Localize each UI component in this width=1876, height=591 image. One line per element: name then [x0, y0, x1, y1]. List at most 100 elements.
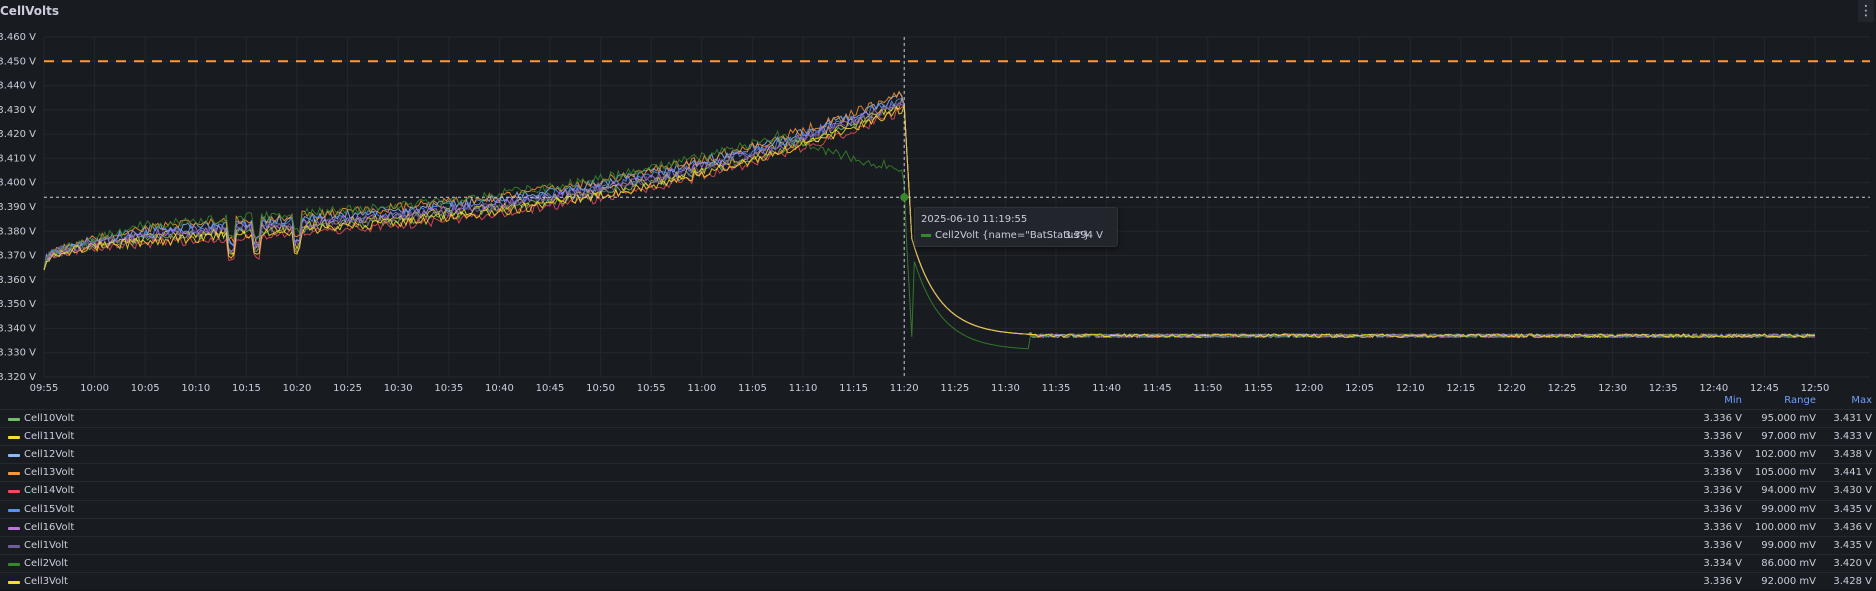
- legend-series-name[interactable]: Cell1Volt: [24, 540, 68, 551]
- x-tick-label: 12:40: [1699, 383, 1728, 394]
- legend-max: 3.435 V: [1833, 539, 1872, 551]
- legend-min: 3.336 V: [1703, 539, 1742, 551]
- y-tick-label: 3.360 V: [0, 275, 36, 286]
- legend-row[interactable]: Cell11Volt 3.336 V 97.000 mV 3.433 V: [0, 427, 1876, 446]
- legend-range: 86.000 mV: [1761, 557, 1816, 569]
- y-tick-label: 3.390 V: [0, 202, 36, 213]
- legend-row[interactable]: Cell12Volt 3.336 V 102.000 mV 3.438 V: [0, 445, 1876, 464]
- x-tick-label: 10:10: [181, 383, 210, 394]
- x-tick-label: 11:35: [1042, 383, 1071, 394]
- legend-range: 105.000 mV: [1754, 467, 1816, 479]
- legend-row[interactable]: Cell13Volt 3.336 V 105.000 mV 3.441 V: [0, 463, 1876, 482]
- legend-range: 102.000 mV: [1754, 449, 1816, 461]
- legend-series-name[interactable]: Cell11Volt: [24, 431, 74, 442]
- legend-row[interactable]: Cell1Volt 3.336 V 99.000 mV 3.435 V: [0, 535, 1876, 555]
- legend-min: 3.334 V: [1703, 557, 1742, 569]
- x-tick-label: 12:15: [1446, 383, 1475, 394]
- x-tick-label: 10:25: [333, 383, 362, 394]
- legend-series-name[interactable]: Cell3Volt: [24, 576, 68, 587]
- x-tick-label: 10:40: [485, 383, 514, 394]
- legend-min: 3.336 V: [1703, 413, 1742, 424]
- legend-max: 3.420 V: [1833, 557, 1872, 569]
- legend-header-max[interactable]: Max: [1851, 395, 1872, 406]
- x-tick-label: 12:50: [1801, 383, 1830, 394]
- x-tick-label: 11:30: [991, 383, 1020, 394]
- y-tick-label: 3.370 V: [0, 251, 36, 262]
- x-tick-label: 10:00: [80, 383, 109, 394]
- hover-tooltip: 2025-06-10 11:19:55 Cell2Volt {name="Bat…: [914, 207, 1118, 247]
- x-tick-label: 10:50: [586, 383, 615, 394]
- x-tick-label: 11:40: [1092, 383, 1121, 394]
- legend-row[interactable]: Cell2Volt 3.334 V 86.000 mV 3.420 V: [0, 553, 1876, 573]
- legend-min: 3.336 V: [1703, 485, 1742, 497]
- legend-range: 92.000 mV: [1761, 575, 1816, 587]
- legend-swatch: [8, 490, 20, 494]
- y-tick-label: 3.410 V: [0, 153, 36, 164]
- y-tick-label: 3.400 V: [0, 178, 36, 189]
- legend-min: 3.336 V: [1703, 521, 1742, 533]
- cellvolts-panel: CellVolts ⋮ 3.320 V 3.330 V 3.340 V 3.350 V…: [0, 0, 1876, 590]
- y-tick-label: 3.440 V: [0, 81, 36, 92]
- x-tick-label: 11:15: [839, 383, 868, 394]
- legend-max: 3.428 V: [1833, 575, 1872, 587]
- legend-series-name[interactable]: Cell16Volt: [24, 522, 74, 533]
- x-tick-label: 11:20: [890, 383, 919, 394]
- legend-series-name[interactable]: Cell12Volt: [24, 449, 74, 460]
- hover-point: [900, 193, 909, 202]
- y-tick-label: 3.420 V: [0, 129, 36, 140]
- x-tick-label: 11:10: [789, 383, 818, 394]
- x-tick-label: 11:55: [1244, 383, 1273, 394]
- x-tick-label: 11:00: [687, 383, 716, 394]
- legend-min: 3.336 V: [1703, 575, 1742, 587]
- x-tick-label: 10:05: [131, 383, 160, 394]
- y-tick-label: 3.330 V: [0, 348, 36, 359]
- legend-series-name[interactable]: Cell10Volt: [24, 413, 74, 424]
- legend-range: 95.000 mV: [1761, 413, 1816, 424]
- legend-swatch: [8, 544, 20, 548]
- legend-min: 3.336 V: [1703, 449, 1742, 461]
- legend-header-min[interactable]: Min: [1724, 395, 1742, 406]
- legend-swatch: [8, 526, 20, 530]
- legend-swatch: [8, 562, 20, 566]
- x-tick-label: 12:30: [1598, 383, 1627, 394]
- x-tick-label: 10:15: [232, 383, 261, 394]
- legend-range: 99.000 mV: [1761, 539, 1816, 551]
- x-tick-label: 10:35: [434, 383, 463, 394]
- legend-series-name[interactable]: Cell13Volt: [24, 467, 74, 478]
- x-tick-label: 10:45: [536, 383, 565, 394]
- legend-row[interactable]: Cell16Volt 3.336 V 100.000 mV 3.436 V: [0, 517, 1876, 537]
- legend-series-name[interactable]: Cell2Volt: [24, 558, 68, 569]
- legend-range: 99.000 mV: [1761, 503, 1816, 515]
- legend-min: 3.336 V: [1703, 467, 1742, 479]
- legend-swatch: [8, 454, 20, 458]
- legend-series-name[interactable]: Cell15Volt: [24, 504, 74, 515]
- legend-max: 3.430 V: [1833, 485, 1872, 497]
- x-tick-label: 12:20: [1497, 383, 1526, 394]
- x-tick-label: 10:30: [384, 383, 413, 394]
- x-tick-label: 12:10: [1396, 383, 1425, 394]
- legend-swatch: [8, 418, 20, 421]
- legend-min: 3.336 V: [1703, 503, 1742, 515]
- legend-row[interactable]: Cell15Volt 3.336 V 99.000 mV 3.435 V: [0, 499, 1876, 519]
- tooltip-series-swatch: [921, 233, 931, 237]
- y-tick-label: 3.380 V: [0, 226, 36, 237]
- x-tick-label: 12:05: [1345, 383, 1374, 394]
- cellvolts-chart[interactable]: 3.320 V 3.330 V 3.340 V 3.350 V 3.360 V 3.370…: [0, 0, 1876, 395]
- x-tick-label: 11:50: [1193, 383, 1222, 394]
- legend-row[interactable]: Cell3Volt 3.336 V 92.000 mV 3.428 V: [0, 571, 1876, 591]
- legend-row[interactable]: Cell10Volt 3.336 V 95.000 mV 3.431 V: [0, 409, 1876, 428]
- y-tick-label: 3.350 V: [0, 299, 36, 310]
- y-tick-label: 3.320 V: [0, 372, 36, 383]
- legend-row[interactable]: Cell14Volt 3.336 V 94.000 mV 3.430 V: [0, 481, 1876, 500]
- x-tick-label: 11:25: [940, 383, 969, 394]
- x-tick-label: 12:00: [1295, 383, 1324, 394]
- legend-min: 3.336 V: [1703, 431, 1742, 443]
- tooltip-time: 2025-06-10 11:19:55: [921, 214, 1028, 225]
- legend-range: 97.000 mV: [1761, 431, 1816, 443]
- legend-max: 3.433 V: [1833, 431, 1872, 443]
- x-tick-label: 11:45: [1143, 383, 1172, 394]
- legend-series-name[interactable]: Cell14Volt: [24, 485, 74, 496]
- x-tick-label: 10:55: [637, 383, 666, 394]
- x-tick-label: 12:45: [1750, 383, 1779, 394]
- legend-header-range[interactable]: Range: [1784, 395, 1816, 406]
